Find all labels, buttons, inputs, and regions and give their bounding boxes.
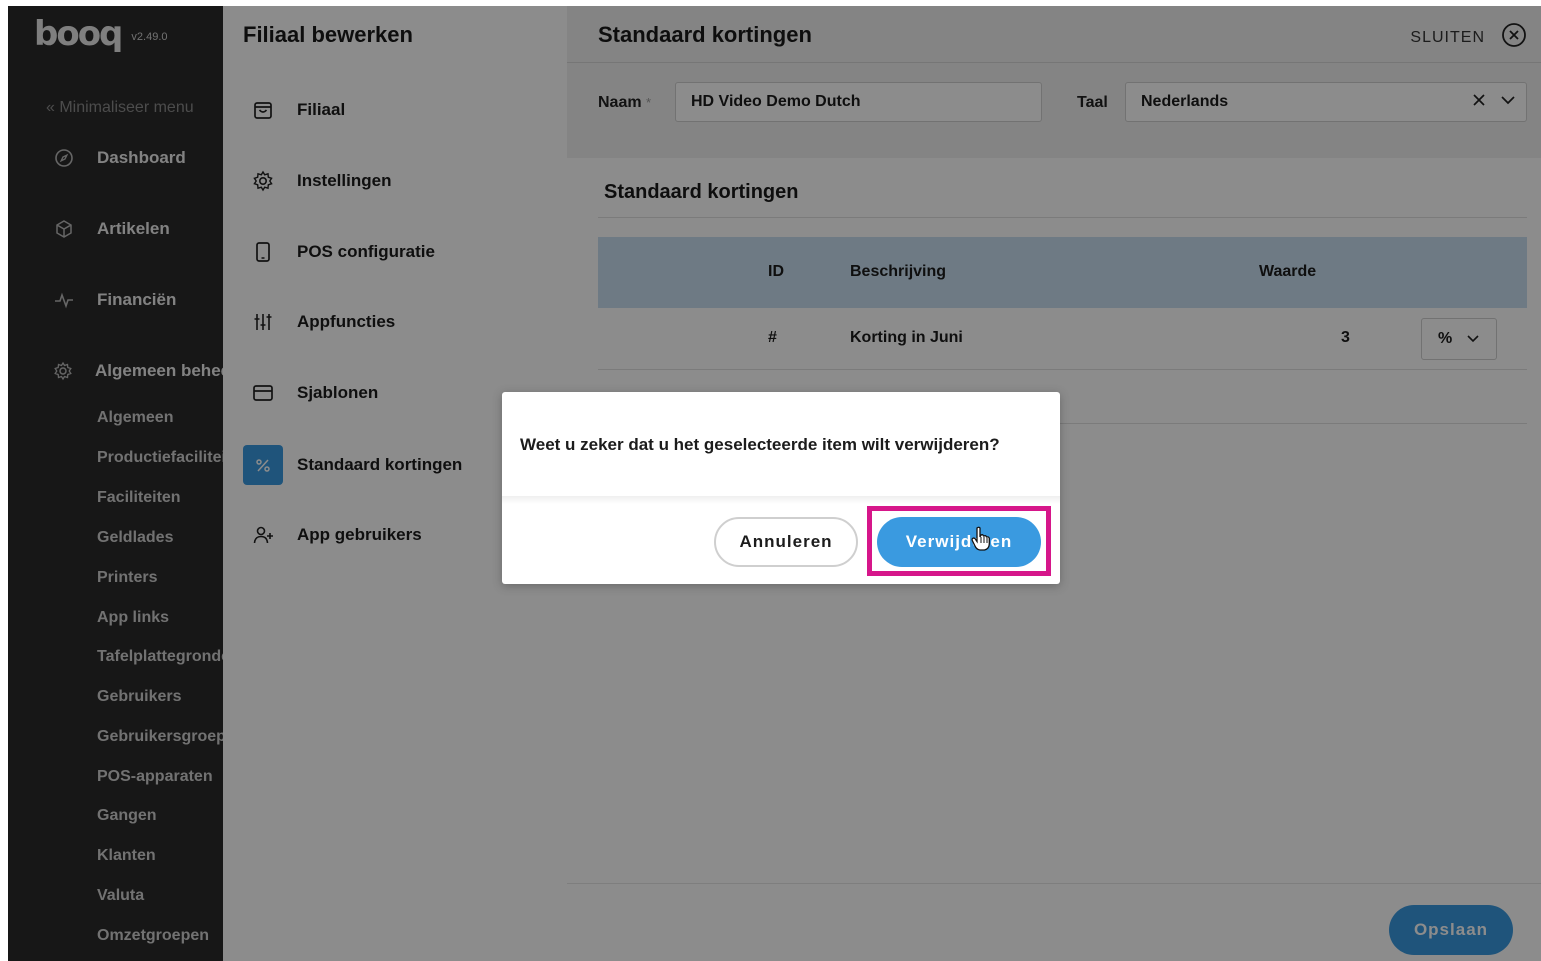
delete-button[interactable]: Verwijderen <box>877 517 1041 567</box>
dialog-divider <box>502 496 1060 504</box>
hand-cursor-icon <box>970 526 992 552</box>
dialog-message: Weet u zeker dat u het geselecteerde ite… <box>520 435 1000 454</box>
confirm-delete-dialog: Weet u zeker dat u het geselecteerde ite… <box>502 392 1060 584</box>
cancel-button[interactable]: Annuleren <box>714 517 858 567</box>
app-window: booq v2.49.0 « Minimaliseer menu Dashboa… <box>8 6 1541 961</box>
